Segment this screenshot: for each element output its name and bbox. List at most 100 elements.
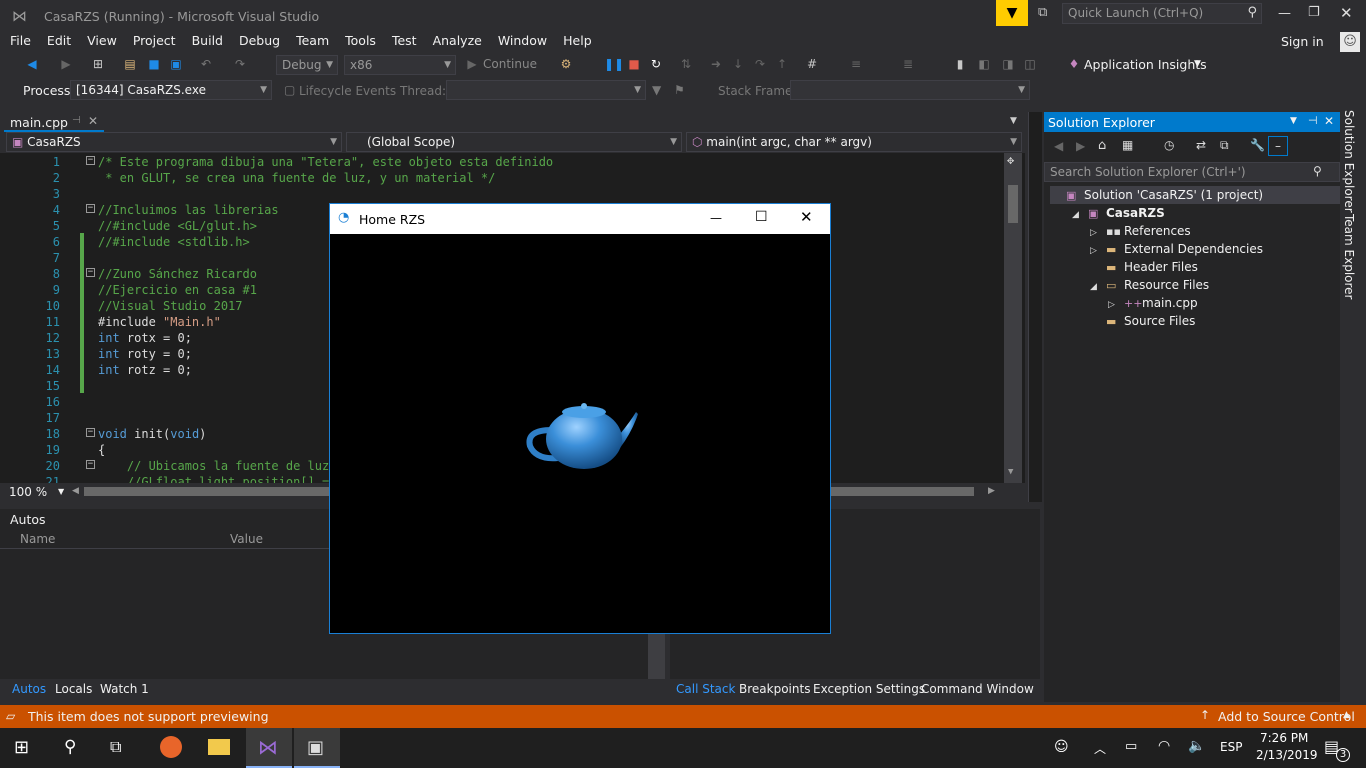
chevron-down-icon[interactable]: ▼: [1290, 116, 1297, 126]
lifecycle-events-button[interactable]: Lifecycle Events: [299, 84, 396, 98]
account-avatar[interactable]: ☺: [1340, 32, 1360, 52]
glut-minimize-button[interactable]: —: [710, 211, 722, 225]
vertical-scrollbar[interactable]: ✥ ▼: [1004, 153, 1022, 483]
chevron-down-icon[interactable]: ▼: [58, 487, 64, 496]
name-column-header[interactable]: Name: [20, 532, 55, 546]
close-tab-icon[interactable]: ✕: [88, 114, 98, 128]
menu-team[interactable]: Team: [288, 32, 337, 50]
feedback-icon[interactable]: ▼: [996, 0, 1028, 26]
bookmark-prev-icon[interactable]: ◧: [976, 56, 992, 72]
file-explorer-icon[interactable]: [208, 739, 230, 755]
zoom-level[interactable]: 100 %: [9, 485, 47, 499]
forward-icon[interactable]: ▶: [1076, 139, 1085, 153]
language-indicator[interactable]: ESP: [1220, 740, 1242, 754]
menu-build[interactable]: Build: [184, 32, 231, 50]
chevron-up-icon[interactable]: ▲: [1343, 710, 1350, 720]
application-insights-button[interactable]: Application Insights: [1084, 57, 1207, 72]
tree-item[interactable]: ▷ ▪▪ References: [1090, 222, 1191, 240]
clock-time[interactable]: 7:26 PM: [1260, 731, 1308, 745]
chevron-down-icon[interactable]: ▼: [1194, 59, 1201, 69]
platform-select[interactable]: x86 ▼: [344, 55, 456, 75]
tab-solution-explorer-vertical[interactable]: Solution Explorer: [1342, 110, 1356, 213]
save-all-icon[interactable]: ▣: [168, 56, 184, 72]
clock-date[interactable]: 2/13/2019: [1256, 748, 1318, 762]
back-icon[interactable]: ◀: [24, 56, 40, 72]
tab-watch-1[interactable]: Watch 1: [100, 682, 149, 696]
pending-changes-icon[interactable]: ◷: [1164, 138, 1174, 152]
scrollbar-thumb[interactable]: [1008, 185, 1018, 223]
add-to-source-control-button[interactable]: Add to Source Control: [1218, 709, 1355, 724]
split-icon[interactable]: ✥: [1007, 153, 1014, 167]
glut-maximize-button[interactable]: ☐: [755, 209, 768, 225]
tab-breakpoints[interactable]: Breakpoints: [739, 682, 810, 696]
preview-icon[interactable]: –: [1268, 136, 1288, 156]
hex-icon[interactable]: #: [804, 56, 820, 72]
close-button[interactable]: ✕: [1340, 4, 1353, 22]
volume-icon[interactable]: 🔈: [1188, 738, 1205, 754]
comment-icon[interactable]: ≣: [900, 56, 916, 72]
tree-item[interactable]: ◢ ▭ Resource Files: [1090, 276, 1209, 294]
scroll-down-icon[interactable]: ▼: [1008, 467, 1013, 477]
scope-nav-select[interactable]: (Global Scope) ▼: [346, 132, 682, 152]
notifications-icon[interactable]: ⧉: [1038, 5, 1047, 20]
bookmark-icon[interactable]: ▮: [952, 56, 968, 72]
menu-analyze[interactable]: Analyze: [425, 32, 490, 50]
tab-locals[interactable]: Locals: [55, 682, 92, 696]
menu-view[interactable]: View: [79, 32, 125, 50]
scroll-right-icon[interactable]: ▶: [988, 486, 995, 496]
switch-views-icon[interactable]: ▦: [1122, 138, 1133, 152]
save-icon[interactable]: ■: [146, 56, 162, 72]
back-icon[interactable]: ◀: [1054, 139, 1063, 153]
tab-main-cpp[interactable]: main.cpp ⊣ ✕: [4, 112, 104, 132]
menu-test[interactable]: Test: [384, 32, 425, 50]
step-out-icon[interactable]: ↑: [774, 56, 790, 72]
tab-team-explorer-vertical[interactable]: Team Explorer: [1342, 214, 1356, 300]
home-icon[interactable]: ⌂: [1098, 138, 1106, 153]
fold-toggle-icon[interactable]: −: [86, 460, 95, 469]
expand-arrow-icon[interactable]: ◢: [1072, 206, 1088, 224]
filter-icon[interactable]: ▼: [652, 83, 661, 97]
chevron-down-icon[interactable]: ▼: [1010, 116, 1017, 126]
wifi-icon[interactable]: ◠: [1158, 738, 1170, 754]
windows-start-icon[interactable]: ⊞: [14, 737, 29, 758]
flag-icon[interactable]: ⚑: [674, 83, 685, 97]
bookmark-clear-icon[interactable]: ◫: [1022, 56, 1038, 72]
new-project-icon[interactable]: ⊞: [90, 56, 106, 72]
tree-item[interactable]: ▷ ▬ External Dependencies: [1090, 240, 1263, 258]
menu-debug[interactable]: Debug: [231, 32, 288, 50]
menu-help[interactable]: Help: [555, 32, 600, 50]
fold-toggle-icon[interactable]: −: [86, 156, 95, 165]
show-next-statement-icon[interactable]: ➜: [708, 56, 724, 72]
glut-close-button[interactable]: ✕: [800, 208, 813, 226]
people-icon[interactable]: ☺: [1054, 739, 1069, 755]
bookmark-next-icon[interactable]: ◨: [1000, 56, 1016, 72]
process-select[interactable]: [16344] CasaRZS.exe ▼: [70, 80, 272, 100]
step-over-icon[interactable]: ↷: [752, 56, 768, 72]
tab-exception-settings[interactable]: Exception Settings: [813, 682, 925, 696]
visual-studio-taskbar-icon[interactable]: ⋈: [246, 728, 292, 768]
tab-autos[interactable]: Autos: [12, 682, 46, 696]
fold-toggle-icon[interactable]: −: [86, 428, 95, 437]
menu-tools[interactable]: Tools: [337, 32, 384, 50]
restart-icon[interactable]: ↻: [648, 56, 664, 72]
close-icon[interactable]: ✕: [1324, 114, 1334, 128]
lightbulb-icon[interactable]: ♦: [1066, 56, 1082, 72]
format-icon[interactable]: ≡: [848, 56, 864, 72]
sign-in-link[interactable]: Sign in: [1281, 34, 1324, 49]
chevron-up-icon[interactable]: ︿: [1094, 740, 1106, 757]
firefox-icon[interactable]: [160, 736, 182, 758]
pause-icon[interactable]: ❚❚: [604, 56, 624, 72]
glut-app-taskbar-icon[interactable]: ▣: [294, 728, 340, 768]
menu-file[interactable]: File: [2, 32, 39, 50]
continue-button[interactable]: Continue: [483, 57, 537, 71]
sync-icon[interactable]: ⇄: [1196, 138, 1206, 152]
battery-icon[interactable]: ▭: [1125, 739, 1137, 754]
step-into-icon[interactable]: ↓: [730, 56, 746, 72]
auto-hide-pin-icon[interactable]: ⊣: [1308, 114, 1318, 127]
properties-icon[interactable]: 🔧: [1250, 138, 1265, 152]
tree-item[interactable]: ▬ Source Files: [1090, 312, 1195, 330]
maximize-button[interactable]: ❐: [1308, 5, 1320, 20]
tab-call-stack[interactable]: Call Stack: [676, 682, 735, 696]
undo-icon[interactable]: ↶: [198, 56, 214, 72]
solution-explorer-search-input[interactable]: Search Solution Explorer (Ctrl+') ⚲: [1044, 162, 1340, 182]
